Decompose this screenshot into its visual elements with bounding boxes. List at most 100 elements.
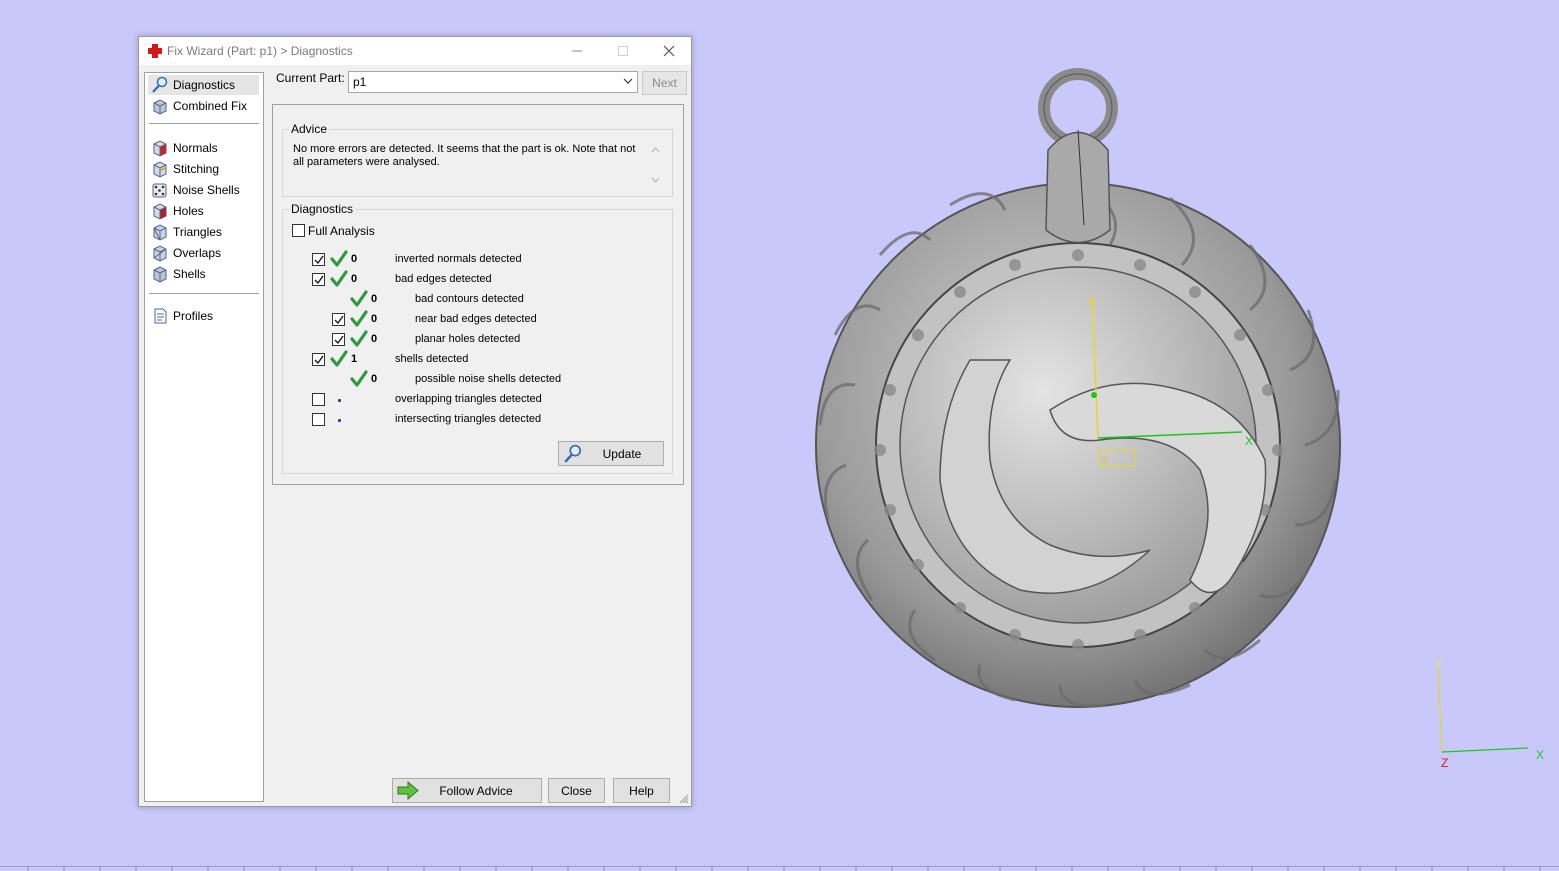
nav-item-combined-fix[interactable]: Combined Fix — [148, 96, 259, 116]
red-cross-icon — [148, 44, 162, 58]
follow-advice-button[interactable]: Follow Advice — [392, 778, 542, 803]
diagnostic-count: 0 — [371, 293, 378, 305]
close-icon — [663, 45, 675, 57]
diagnostics-legend: Diagnostics — [289, 202, 356, 216]
maximize-icon — [618, 46, 628, 56]
close-window-button[interactable] — [646, 37, 692, 65]
follow-advice-label: Follow Advice — [439, 784, 513, 798]
diagnostic-label: overlapping triangles detected — [395, 393, 542, 405]
green-check-icon — [350, 290, 368, 307]
current-part-select[interactable]: p1 — [348, 71, 638, 93]
intersecting-triangles-checkbox[interactable] — [312, 413, 325, 426]
cube-stack-icon — [153, 99, 167, 115]
nav-item-stitching[interactable]: Stitching — [148, 159, 259, 179]
nav-label: Normals — [173, 141, 218, 155]
overlapping-triangles-checkbox[interactable] — [312, 393, 325, 406]
nav-item-diagnostics[interactable]: Diagnostics — [148, 75, 259, 95]
diagnostic-count: 0 — [371, 333, 378, 345]
nav-label: Holes — [173, 204, 204, 218]
help-button[interactable]: Help — [613, 778, 670, 803]
nav-label: Overlaps — [173, 246, 222, 260]
update-button[interactable]: Update — [558, 441, 664, 466]
advice-scrollbar[interactable] — [649, 143, 662, 187]
diagnostic-label: bad contours detected — [415, 293, 524, 305]
orientation-axes: Y X Z — [1434, 656, 1544, 770]
inverted-normals-checkbox[interactable] — [312, 253, 325, 266]
resize-grip-icon[interactable] — [679, 794, 689, 804]
planar-holes-checkbox[interactable] — [332, 333, 345, 346]
document-icon — [154, 308, 167, 324]
nav-item-holes[interactable]: Holes — [148, 201, 259, 221]
triangle-cube-icon — [153, 224, 167, 241]
overlap-cube-icon — [153, 245, 167, 262]
title-bar[interactable]: Fix Wizard (Part: p1) > Diagnostics — [139, 37, 691, 65]
current-part-value: p1 — [353, 75, 367, 89]
bad-edges-checkbox[interactable] — [312, 273, 325, 286]
dice-icon — [152, 183, 167, 198]
nav-item-normals[interactable]: Normals — [148, 138, 259, 158]
nav-item-profiles[interactable]: Profiles — [148, 306, 259, 326]
nav-label: Stitching — [173, 162, 220, 176]
diagnostic-label: intersecting triangles detected — [395, 413, 542, 425]
nav-label: Diagnostics — [173, 78, 236, 92]
near-bad-edges-checkbox[interactable] — [332, 313, 345, 326]
checkmark-icon — [314, 275, 324, 285]
not-analysed-dot-icon — [338, 419, 341, 422]
magnifier-icon — [152, 76, 168, 93]
green-check-icon — [350, 370, 368, 387]
nav-label: Triangles — [173, 225, 222, 239]
checkmark-icon — [334, 335, 344, 345]
shell-cube-icon — [153, 266, 167, 283]
minimize-icon — [572, 50, 582, 52]
fix-wizard-dialog: Fix Wizard (Part: p1) > Diagnostics Diag… — [138, 36, 692, 807]
nav-item-overlaps[interactable]: Overlaps — [148, 243, 259, 263]
green-check-icon — [350, 330, 368, 347]
maximize-button[interactable] — [600, 37, 646, 65]
cube-holes-icon — [153, 203, 167, 220]
corner-z-label: Z — [1441, 756, 1448, 770]
nav-divider — [149, 293, 259, 294]
diagnostic-label: inverted normals detected — [395, 253, 522, 265]
diagnostic-label: near bad edges detected — [415, 313, 537, 325]
full-analysis-label: Full Analysis — [308, 224, 375, 238]
magnifier-icon — [564, 444, 582, 463]
bottom-ruler — [0, 866, 1559, 871]
diagnostic-count: 1 — [351, 353, 358, 365]
checkmark-icon — [314, 255, 324, 265]
nav-item-triangles[interactable]: Triangles — [148, 222, 259, 242]
nav-item-noise-shells[interactable]: Noise Shells — [148, 180, 259, 200]
diagnostic-label: possible noise shells detected — [415, 373, 562, 385]
cube-stitch-icon — [153, 161, 167, 178]
diagnostic-count: 0 — [351, 273, 358, 285]
diagnostic-count: 0 — [351, 253, 358, 265]
current-part-label: Current Part: — [276, 71, 345, 85]
full-analysis-checkbox[interactable] — [292, 224, 305, 237]
close-button[interactable]: Close — [548, 778, 605, 803]
not-analysed-dot-icon — [338, 399, 341, 402]
diagnostic-label: shells detected — [395, 353, 469, 365]
model-y-label: Y — [1088, 297, 1096, 311]
wizard-nav: Diagnostics Combined Fix Normals Stitchi… — [144, 72, 264, 802]
nav-label: Noise Shells — [173, 183, 240, 197]
green-check-icon — [330, 250, 348, 267]
green-check-icon — [350, 310, 368, 327]
cube-red-icon — [153, 140, 167, 157]
advice-legend: Advice — [289, 122, 330, 136]
next-button[interactable]: Next — [642, 71, 687, 95]
window-title: Fix Wizard (Part: p1) > Diagnostics — [167, 44, 353, 58]
corner-x-label: X — [1536, 748, 1544, 762]
nav-divider — [149, 123, 259, 124]
corner-y-label: Y — [1434, 656, 1442, 670]
minimize-button[interactable] — [554, 37, 600, 65]
model-z-label: Z — [1102, 455, 1108, 466]
bail-cap — [1045, 131, 1111, 244]
nav-item-shells[interactable]: Shells — [148, 264, 259, 284]
checkmark-icon — [334, 315, 344, 325]
advice-text: No more errors are detected. It seems th… — [293, 143, 636, 168]
nav-label: Shells — [173, 267, 206, 281]
nav-label: Profiles — [173, 309, 214, 323]
help-label: Help — [629, 784, 654, 798]
pendant-3d-model[interactable]: X Y Z — [810, 60, 1390, 730]
shells-checkbox[interactable] — [312, 353, 325, 366]
chevron-down-icon — [623, 78, 633, 84]
